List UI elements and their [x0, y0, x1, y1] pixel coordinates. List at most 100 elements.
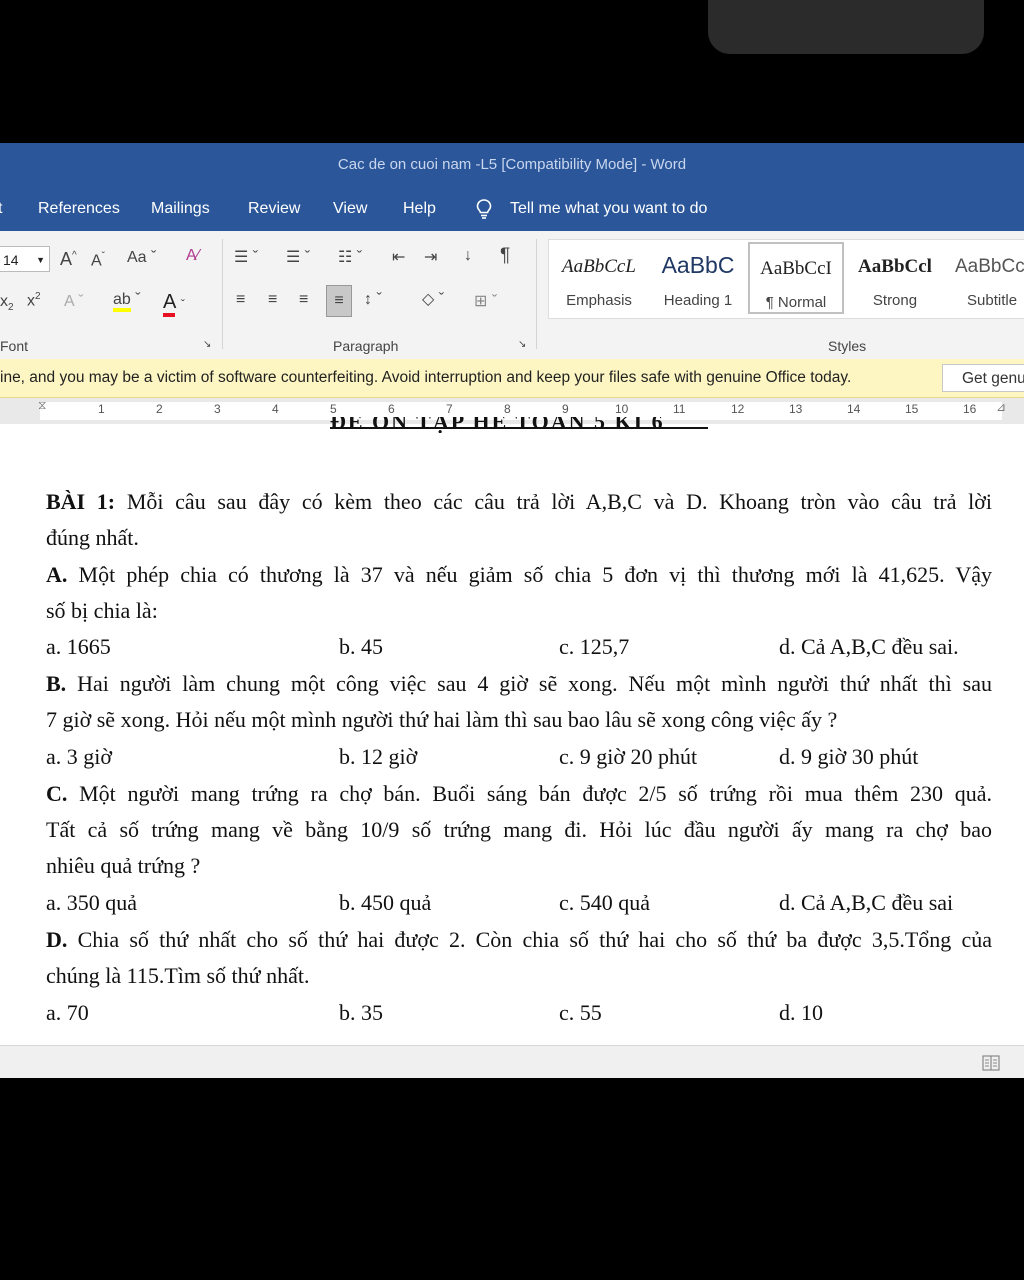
style-sample: AaBbCcI	[955, 256, 1024, 277]
styles-gallery: AaBbCcL Emphasis AaBbC Heading 1 AaBbCcI…	[548, 239, 1024, 319]
shrink-font-icon[interactable]: Aˇ	[91, 251, 105, 270]
qd-option-c: c. 55	[559, 1000, 602, 1025]
paragraph-group-label: Paragraph	[333, 338, 399, 354]
right-indent-marker-icon[interactable]: ⊿	[996, 400, 1006, 414]
style-strong[interactable]: AaBbCcl Strong	[847, 242, 943, 314]
tab-review[interactable]: Review	[248, 187, 300, 231]
ruler-number: 16	[963, 402, 977, 416]
tab-partial[interactable]: t	[0, 187, 2, 231]
change-case-icon[interactable]: Aa ˇ	[127, 249, 156, 267]
font-size-value: 14	[3, 252, 19, 268]
ruler-number: 13	[789, 402, 803, 416]
tell-me-search[interactable]: Tell me what you want to do	[510, 187, 707, 231]
text-effects-icon[interactable]: A ˇ	[64, 293, 84, 311]
qc-line1: C. Một người mang trứng ra chợ bán. Buổi…	[46, 776, 992, 812]
bai1-label: BÀI 1:	[46, 489, 116, 514]
align-right-icon[interactable]: ≡	[299, 291, 308, 309]
qc-line3: nhiêu quả trứng ?	[46, 853, 201, 878]
styles-group-label: Styles	[828, 338, 867, 354]
clear-formatting-icon[interactable]: A⁄	[186, 247, 199, 265]
style-heading-1[interactable]: AaBbC Heading 1	[650, 242, 746, 314]
style-normal[interactable]: AaBbCcI ¶ Normal	[748, 242, 844, 314]
get-genuine-office-button[interactable]: Get genuine Office	[942, 364, 1024, 392]
dialog-launcher-icon[interactable]: ↘	[203, 339, 211, 350]
tab-view[interactable]: View	[333, 187, 367, 231]
bullets-icon[interactable]: ☰ ˇ	[234, 247, 258, 267]
lightbulb-icon[interactable]	[476, 199, 492, 219]
ruler-number: 8	[504, 402, 511, 416]
qb-option-a: a. 3 giờ	[46, 744, 113, 769]
qa-line1: A. Một phép chia có thương là 37 và nếu …	[46, 557, 992, 593]
qb-option-b: b. 12 giờ	[339, 744, 418, 769]
qc-label: C.	[46, 781, 68, 806]
document-heading-partial: ĐỀ ÔN TẬP HÈ TOÁN 5 KÌ 6	[330, 417, 710, 433]
dialog-launcher-icon[interactable]: ↘	[518, 339, 526, 350]
align-left-icon[interactable]: ≡	[236, 291, 245, 309]
style-sample: AaBbC	[661, 252, 735, 278]
borders-icon[interactable]: ⊞ ˇ	[474, 291, 497, 311]
qa-option-c: c. 125,7	[559, 634, 630, 659]
show-formatting-icon[interactable]: ¶	[500, 245, 510, 267]
decrease-indent-icon[interactable]: ⇤	[392, 247, 405, 267]
qd-line1: D. Chia số thứ nhất cho số thứ hai được …	[46, 922, 992, 958]
qc-line2: Tất cả số trứng mang về bằng 10/9 số trứ…	[46, 817, 992, 842]
ruler-number: 9	[562, 402, 569, 416]
tab-references[interactable]: References	[38, 187, 120, 231]
qa-text: Một phép chia có thương là 37 và nếu giả…	[67, 562, 992, 587]
bai1-line2: đúng nhất.	[46, 525, 139, 550]
numbering-icon[interactable]: ☰ ˇ	[286, 247, 310, 267]
font-color-icon[interactable]: A ˇ	[163, 291, 185, 317]
indent-marker-icon[interactable]: ⧖	[38, 398, 46, 413]
qb-text: Hai người làm chung một công việc sau 4 …	[66, 671, 992, 696]
style-sample: AaBbCcl	[858, 256, 932, 277]
qd-option-d: d. 10	[779, 1000, 823, 1025]
font-group-label: Font	[0, 338, 29, 354]
qb-label: B.	[46, 671, 67, 696]
qb-option-d: d. 9 giờ 30 phút	[779, 744, 919, 769]
style-emphasis[interactable]: AaBbCcL Emphasis	[551, 242, 647, 314]
qd-option-b: b. 35	[339, 1000, 383, 1025]
qa-option-b: b. 45	[339, 634, 383, 659]
document-page[interactable]: ĐỀ ÔN TẬP HÈ TOÁN 5 KÌ 6 BÀI 1: Mỗi câu …	[0, 417, 1024, 1045]
ruler-number: 4	[272, 402, 279, 416]
read-mode-icon[interactable]	[982, 1055, 1000, 1071]
ribbon-divider	[222, 239, 223, 349]
qb-option-c: c. 9 giờ 20 phút	[559, 744, 698, 769]
line-spacing-icon[interactable]: ↕ ˇ	[364, 291, 382, 309]
qc-option-c: c. 540 quả	[559, 890, 651, 915]
tab-mailings[interactable]: Mailings	[151, 187, 210, 231]
qd-label: D.	[46, 927, 68, 952]
qc-text: Một người mang trứng ra chợ bán. Buổi sá…	[67, 781, 992, 806]
style-sample: AaBbCcI	[760, 258, 832, 279]
shading-icon[interactable]: ◇ ˇ	[422, 289, 444, 309]
qb-line1: B. Hai người làm chung một công việc sau…	[46, 666, 992, 702]
increase-indent-icon[interactable]: ⇥	[424, 247, 437, 267]
word-window: Cac de on cuoi nam -L5 [Compatibility Mo…	[0, 143, 1024, 1078]
style-subtitle[interactable]: AaBbCcI Subtitle	[947, 242, 1024, 314]
style-name: Subtitle	[967, 292, 1018, 309]
ruler-number: 15	[905, 402, 919, 416]
ruler-number: 5	[330, 402, 337, 416]
grow-font-icon[interactable]: A^	[60, 249, 77, 270]
qd-text: Chia số thứ nhất cho số thứ hai được 2. …	[67, 927, 992, 952]
style-name: Heading 1	[663, 292, 733, 309]
ribbon-divider	[536, 239, 537, 349]
status-bar-pill	[708, 0, 984, 54]
qc-option-d: d. Cả A,B,C đều sai	[779, 890, 954, 915]
qa-option-d: d. Cả A,B,C đều sai.	[779, 634, 959, 659]
justify-icon[interactable]: ≡	[326, 285, 352, 317]
align-center-icon[interactable]: ≡	[268, 291, 277, 309]
subscript-icon[interactable]: x2	[0, 293, 14, 313]
chevron-down-icon: ▼	[36, 255, 45, 265]
font-size-dropdown[interactable]: 14 ▼	[0, 246, 50, 272]
sort-icon[interactable]: ↓	[464, 247, 472, 265]
superscript-icon[interactable]: x2	[27, 291, 41, 310]
ruler-number: 6	[388, 402, 395, 416]
tab-help[interactable]: Help	[403, 187, 436, 231]
highlight-color-icon[interactable]: ab ˇ	[113, 291, 141, 312]
multilevel-list-icon[interactable]: ☷ ˇ	[338, 247, 362, 267]
heading-text: ĐỀ ÔN TẬP HÈ TOÁN 5 KÌ 6	[330, 417, 665, 433]
message-text: ine, and you may be a victim of software…	[0, 369, 852, 386]
ruler-number: 1	[98, 402, 105, 416]
style-name: Emphasis	[566, 292, 632, 309]
